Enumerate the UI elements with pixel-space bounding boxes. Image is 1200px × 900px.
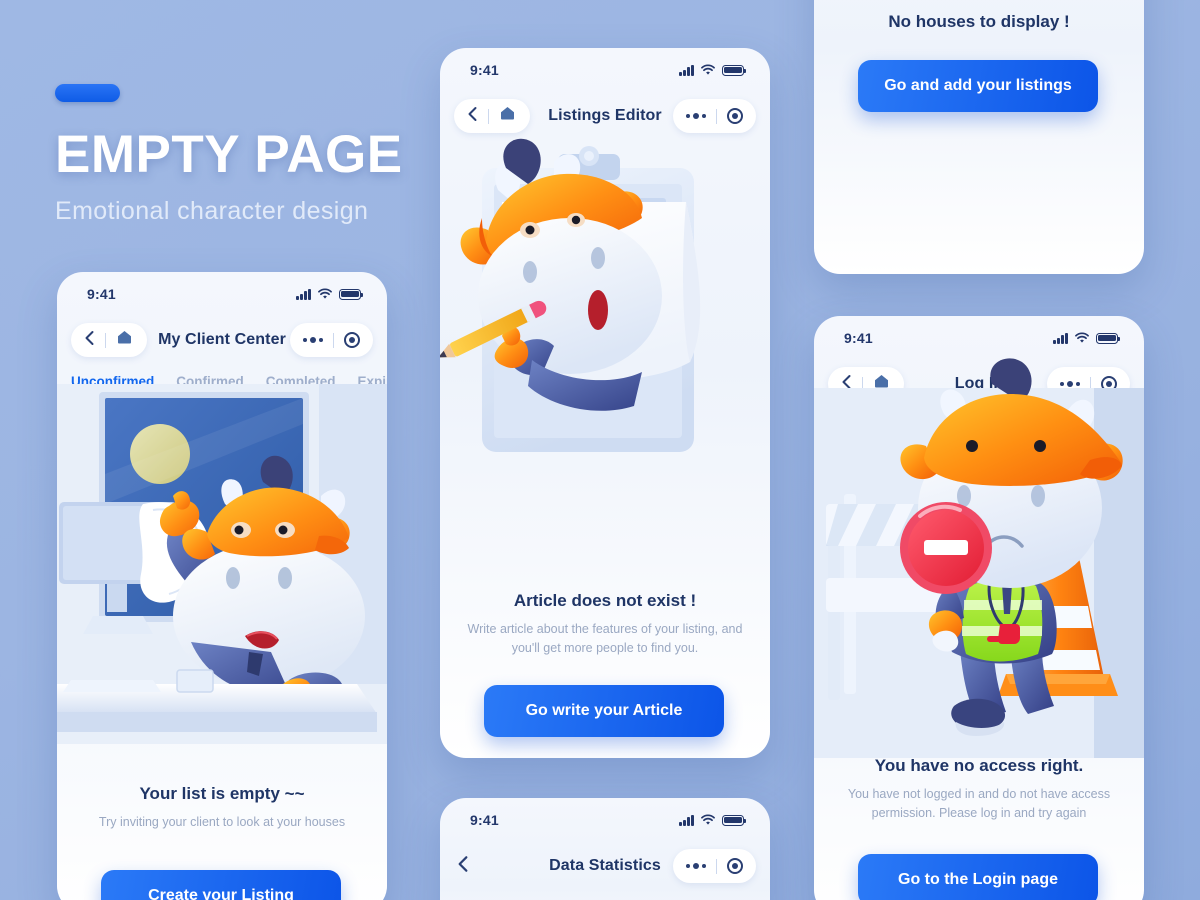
status-time: 9:41 <box>87 286 116 302</box>
chevron-left-icon[interactable] <box>458 855 468 877</box>
signal-icon <box>679 814 694 826</box>
phone-listings-editor: 9:41 Listings Editor Article does not ex… <box>440 48 770 758</box>
empty-title: Your list is empty ~~ <box>139 784 305 803</box>
battery-icon <box>722 814 747 826</box>
nav-divider <box>716 858 717 874</box>
wifi-icon <box>318 287 332 300</box>
target-icon[interactable] <box>344 332 360 348</box>
more-dots-icon[interactable] <box>303 337 323 343</box>
login-page-button[interactable]: Go to the Login page <box>858 854 1098 900</box>
more-dots-icon[interactable] <box>686 863 706 869</box>
status-bar: 9:41 <box>440 48 770 92</box>
illustration-cow-with-clipboard <box>440 106 770 526</box>
chevron-left-icon[interactable] <box>85 330 94 350</box>
phone-data-statistics: 9:41 Data Statistics <box>440 798 770 900</box>
status-time: 9:41 <box>470 62 499 78</box>
status-bar: 9:41 <box>57 272 387 316</box>
empty-title: You have no access right. <box>874 756 1084 775</box>
phone-log-in: 9:41 Log In You have no access right. Yo… <box>814 316 1144 900</box>
signal-icon <box>679 64 694 76</box>
wifi-icon <box>701 813 715 826</box>
battery-icon <box>339 288 364 300</box>
more-dots-icon[interactable] <box>1060 381 1080 387</box>
nav-left-group[interactable] <box>71 323 147 357</box>
nav-divider <box>105 332 106 348</box>
target-icon[interactable] <box>727 858 743 874</box>
empty-state-text: You have no access right. You have not l… <box>814 756 1144 823</box>
navigation-bar: Data Statistics <box>440 842 770 890</box>
signal-icon <box>1053 332 1068 344</box>
add-listings-button[interactable]: Go and add your listings <box>858 60 1098 112</box>
write-article-button[interactable]: Go write your Article <box>484 685 724 737</box>
create-listing-button[interactable]: Create your Listing <box>101 870 341 900</box>
phone-my-client-center: 9:41 My Client Center Unconfirmed Confir… <box>57 272 387 900</box>
empty-state-text: Article does not exist ! Write article a… <box>440 591 770 658</box>
status-bar: 9:41 <box>814 316 1144 360</box>
status-time: 9:41 <box>470 812 499 828</box>
battery-icon <box>722 64 747 76</box>
empty-state-text: No houses to display ! <box>814 12 1144 32</box>
home-icon[interactable] <box>117 330 132 350</box>
empty-title: No houses to display ! <box>888 12 1070 31</box>
empty-subtitle: You have not logged in and do not have a… <box>847 787 1111 820</box>
nav-left-group[interactable] <box>454 849 468 883</box>
status-time: 9:41 <box>844 330 873 346</box>
nav-right-group[interactable] <box>673 849 756 883</box>
empty-subtitle: Write article about the features of your… <box>467 622 743 655</box>
wifi-icon <box>1075 331 1089 344</box>
nav-divider <box>333 332 334 348</box>
accent-pill <box>55 84 120 102</box>
nav-right-group[interactable] <box>290 323 373 357</box>
empty-title: Article does not exist ! <box>513 591 697 610</box>
wifi-icon <box>701 63 715 76</box>
signal-icon <box>296 288 311 300</box>
illustration-cow-at-desk <box>57 384 387 744</box>
navigation-bar: My Client Center <box>57 316 387 364</box>
empty-state-text: Your list is empty ~~ Try inviting your … <box>57 784 387 832</box>
status-bar: 9:41 <box>440 798 770 842</box>
illustration-cow-traffic-warden <box>814 358 1144 758</box>
battery-icon <box>1096 332 1121 344</box>
empty-subtitle: Try inviting your client to look at your… <box>98 815 346 829</box>
phone-no-houses: No houses to display ! Go and add your l… <box>814 0 1144 274</box>
